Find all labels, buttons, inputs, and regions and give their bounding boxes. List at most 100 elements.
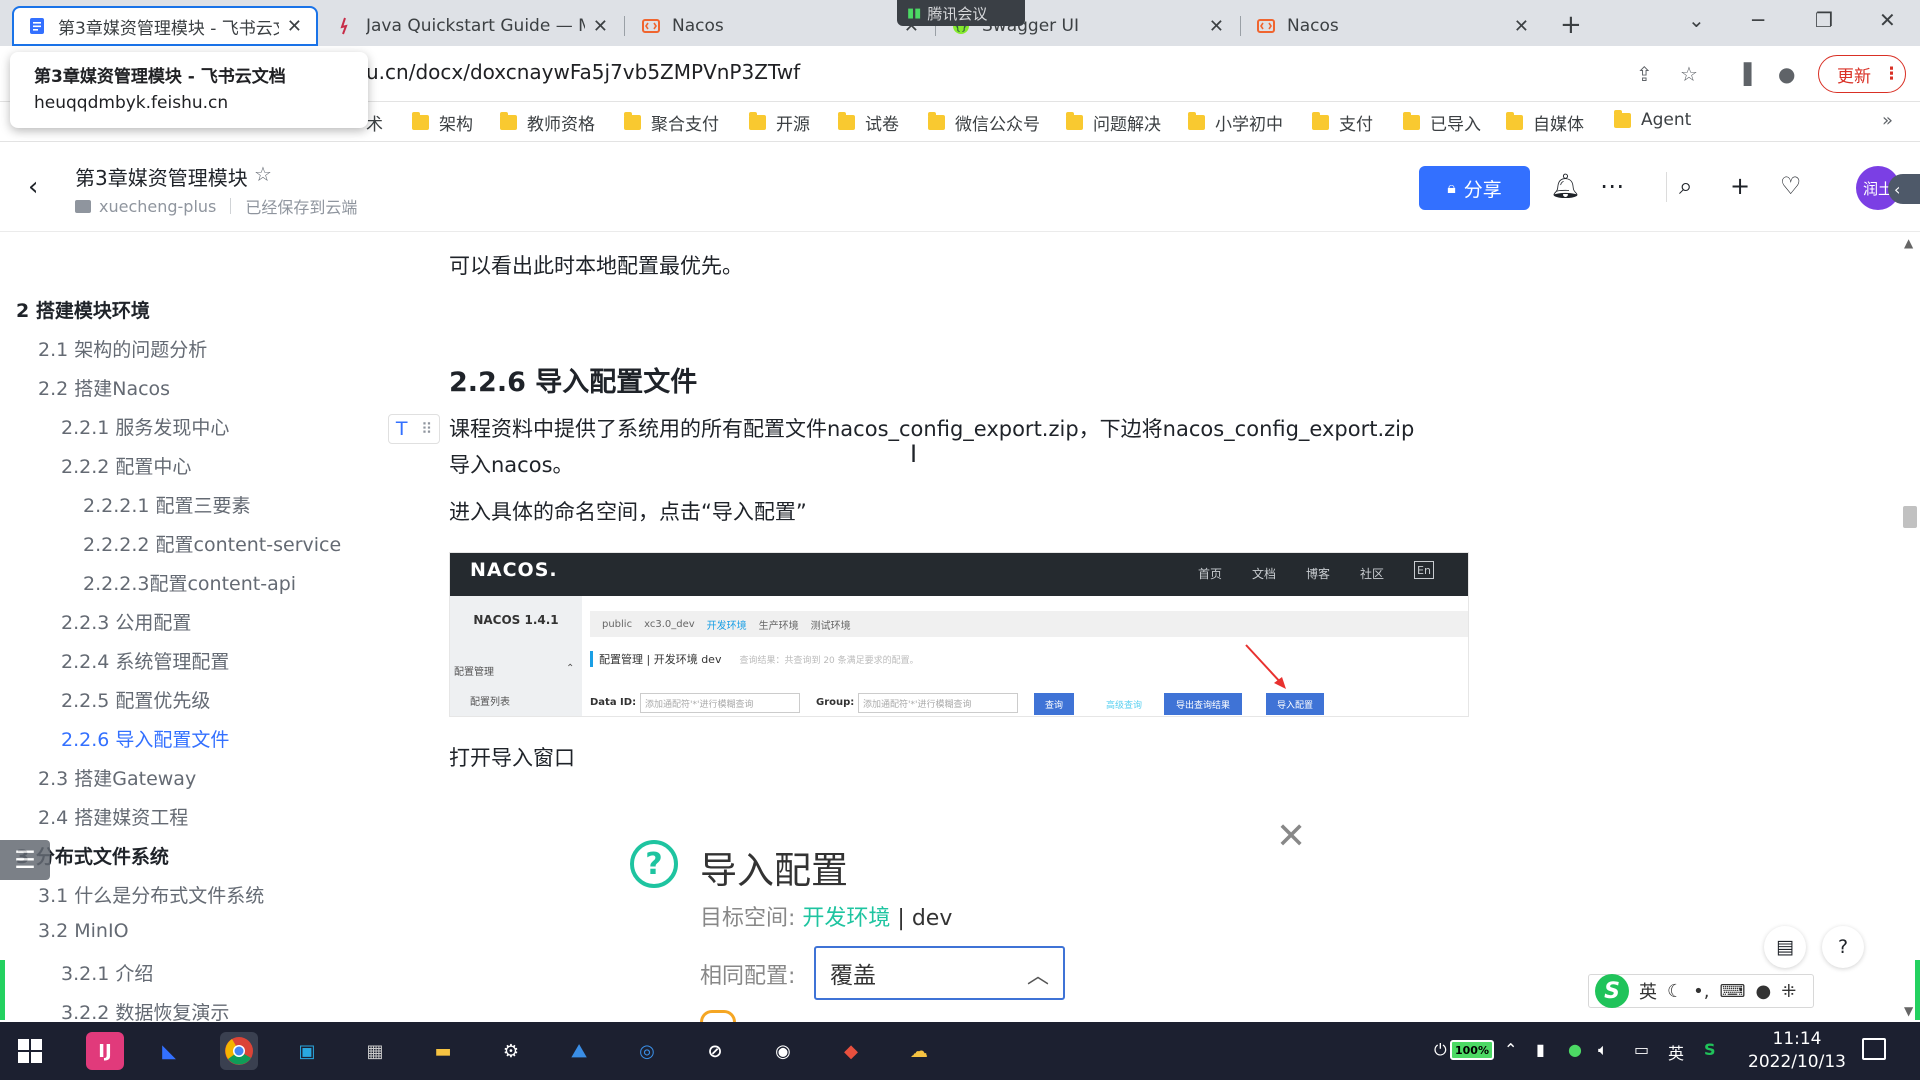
windows-start-icon[interactable] — [18, 1039, 42, 1063]
ime-lang-indicator[interactable]: 英 — [1668, 1040, 1684, 1064]
outline-item[interactable]: 3.2 MinIO — [38, 920, 129, 942]
bookmark-folder[interactable]: 自媒体 — [1506, 110, 1584, 135]
search-icon[interactable]: ⌕ — [1679, 172, 1692, 200]
scroll-up-icon[interactable]: ▲ — [1904, 236, 1913, 250]
nacos-screenshot[interactable]: NACOS. 首页 文档 博客 社区 En NACOS 1.4.1 配置管理 ⌃… — [449, 552, 1469, 717]
profile-icon[interactable]: ● — [1778, 62, 1795, 86]
bookmark-item[interactable]: 术 — [366, 110, 383, 135]
chrome-icon[interactable] — [220, 1032, 258, 1070]
outline-item[interactable]: 2 搭建模块环境 — [16, 296, 150, 323]
url-field[interactable]: u.cn/docx/doxcnaywFa5j7vb5ZMPVnP3ZTwf — [366, 60, 800, 84]
outline-item[interactable]: 2.2.1 服务发现中心 — [61, 413, 229, 440]
doc-toolbox-icon[interactable]: ▤ — [1764, 926, 1806, 968]
volume-icon[interactable]: 🔈︎ — [1598, 1040, 1608, 1060]
feishu-icon[interactable]: ◣ — [150, 1032, 188, 1070]
meeting-app-icon[interactable]: ◎ — [628, 1032, 666, 1070]
bell-icon[interactable]: 🔔︎ — [1550, 172, 1580, 200]
bookmark-folder[interactable]: 教师资格 — [500, 110, 595, 135]
more-bookmarks-icon[interactable]: » — [1882, 110, 1893, 131]
new-tab-icon[interactable]: + — [1560, 10, 1582, 40]
tab-nacos-2[interactable]: Nacos ✕ — [1243, 6, 1543, 46]
share-button[interactable]: 🔒︎ 分享 — [1419, 166, 1530, 210]
close-window-icon[interactable]: ✕ — [1879, 8, 1896, 32]
collapse-panel-icon[interactable]: ‹ — [1888, 174, 1920, 204]
more-options-icon[interactable]: ⋯ — [1600, 172, 1624, 200]
outline-item[interactable]: 2.2.4 系统管理配置 — [61, 647, 229, 674]
bookmark-folder[interactable]: 架构 — [412, 110, 473, 135]
outline-item[interactable]: 2.2.2.2 配置content-service — [83, 530, 341, 557]
outline-item[interactable]: 2.2.3 公用配置 — [61, 608, 191, 635]
doc-title[interactable]: 第3章媒资管理模块 — [75, 162, 248, 191]
outline-item[interactable]: 2.2.2 配置中心 — [61, 452, 191, 479]
outline-item-active[interactable]: 2.2.6 导入配置文件 — [61, 725, 229, 752]
usb-icon[interactable]: ▮ — [1536, 1040, 1545, 1059]
outline-item[interactable]: 2.1 架构的问题分析 — [38, 335, 207, 362]
sogou-tray-icon[interactable]: S — [1704, 1040, 1716, 1059]
update-button[interactable]: 更新 ⋮ — [1818, 55, 1906, 93]
bookmark-folder[interactable]: 已导入 — [1403, 110, 1481, 135]
photos-icon[interactable]: ⛰ — [560, 1032, 598, 1070]
bookmark-folder[interactable]: 开源 — [749, 110, 810, 135]
close-tab-icon[interactable]: ✕ — [287, 16, 302, 37]
chevron-up-icon[interactable]: ⌃ — [1504, 1040, 1517, 1059]
ime-toolbar[interactable]: S 英 ☾ •, ⌨ ● ⁜ — [1588, 974, 1814, 1008]
close-tab-icon[interactable]: ✕ — [593, 16, 608, 37]
file-explorer-icon[interactable]: ▬ — [424, 1032, 462, 1070]
outline-item[interactable]: 3.2.1 介绍 — [61, 959, 153, 986]
compass-icon[interactable]: ⊘ — [696, 1032, 734, 1070]
app-tray-icon[interactable]: ● — [1568, 1040, 1582, 1059]
battery-indicator[interactable]: 100% — [1450, 1040, 1494, 1060]
notes-icon[interactable]: ◆ — [832, 1032, 870, 1070]
restore-icon[interactable]: ❐ — [1815, 8, 1833, 32]
power-icon[interactable]: ⏻ — [1434, 1040, 1447, 1060]
close-tab-icon[interactable]: ✕ — [1514, 16, 1529, 37]
notification-icon[interactable] — [1862, 1038, 1886, 1060]
space-name[interactable]: xuecheng-plus — [99, 197, 216, 216]
tab-search-chevron-icon[interactable]: ⌄ — [1688, 8, 1705, 32]
tab-minio-guide[interactable]: Java Quickstart Guide — MinIO ✕ — [322, 6, 622, 46]
bookmark-folder[interactable]: 微信公众号 — [928, 110, 1040, 135]
outline-item[interactable]: 2.2.2.1 配置三要素 — [83, 491, 251, 518]
scroll-down-icon[interactable]: ▼ — [1904, 1004, 1913, 1018]
bookmark-folder[interactable]: 支付 — [1312, 110, 1373, 135]
bookmark-folder[interactable]: 试卷 — [838, 110, 899, 135]
lightbulb-icon[interactable]: ♡ — [1780, 172, 1802, 200]
outline-toggle-icon[interactable]: ☰ — [0, 840, 50, 880]
tab-nacos-1[interactable]: Nacos ✕ — [628, 6, 933, 46]
scrollbar-thumb[interactable] — [1903, 506, 1917, 528]
bookmark-folder[interactable]: Agent — [1614, 109, 1691, 130]
outline-item[interactable]: 2.2.5 配置优先级 — [61, 686, 210, 713]
block-handle[interactable]: T ⠿ — [388, 414, 440, 444]
help-icon[interactable]: ? — [1822, 926, 1864, 968]
share-page-icon[interactable]: ⇪ — [1636, 62, 1653, 86]
scrollbar[interactable] — [1900, 232, 1920, 1022]
remote-desktop-icon[interactable]: ▣ — [288, 1032, 326, 1070]
plus-icon[interactable]: + — [1730, 172, 1750, 200]
minimize-icon[interactable]: ─ — [1752, 8, 1764, 32]
settings-icon[interactable]: ⚙ — [492, 1032, 530, 1070]
back-arrow-icon[interactable]: ‹ — [28, 172, 38, 202]
close-tab-icon[interactable]: ✕ — [1209, 16, 1224, 37]
outline-item[interactable]: 3.2.2 数据恢复演示 — [61, 998, 229, 1025]
favorite-star-icon[interactable]: ☆ — [254, 162, 272, 186]
network-icon[interactable]: ▭ — [1634, 1040, 1649, 1059]
outline-item[interactable]: 2.2.2.3配置content-api — [83, 569, 296, 596]
bookmark-folder[interactable]: 聚合支付 — [624, 110, 719, 135]
outline-item[interactable]: 2.4 搭建媒资工程 — [38, 803, 188, 830]
bookmark-star-icon[interactable]: ☆ — [1680, 62, 1698, 86]
weather-icon[interactable]: ☁ — [900, 1032, 938, 1070]
outline-item[interactable]: 2.3 搭建Gateway — [38, 764, 196, 791]
tab-title: Java Quickstart Guide — MinIO — [366, 16, 585, 36]
paragraph: 导入nacos。 — [449, 453, 574, 477]
database-tool-icon[interactable]: ▦ — [356, 1032, 394, 1070]
bookmark-folder[interactable]: 问题解决 — [1066, 110, 1161, 135]
meeting-indicator[interactable]: ▮▮ 腾讯会议 — [897, 0, 1025, 26]
system-clock[interactable]: 11:14 2022/10/13 — [1744, 1028, 1850, 1074]
side-panel-icon[interactable]: ▐ — [1736, 62, 1751, 86]
outline-item[interactable]: 3.1 什么是分布式文件系统 — [38, 881, 264, 908]
obs-icon[interactable]: ◉ — [764, 1032, 802, 1070]
intellij-icon[interactable]: IJ — [86, 1032, 124, 1070]
tab-feishu-doc[interactable]: 第3章媒资管理模块 - 飞书云文档 ✕ — [12, 6, 318, 46]
bookmark-folder[interactable]: 小学初中 — [1188, 110, 1283, 135]
outline-item[interactable]: 2.2 搭建Nacos — [38, 374, 170, 401]
